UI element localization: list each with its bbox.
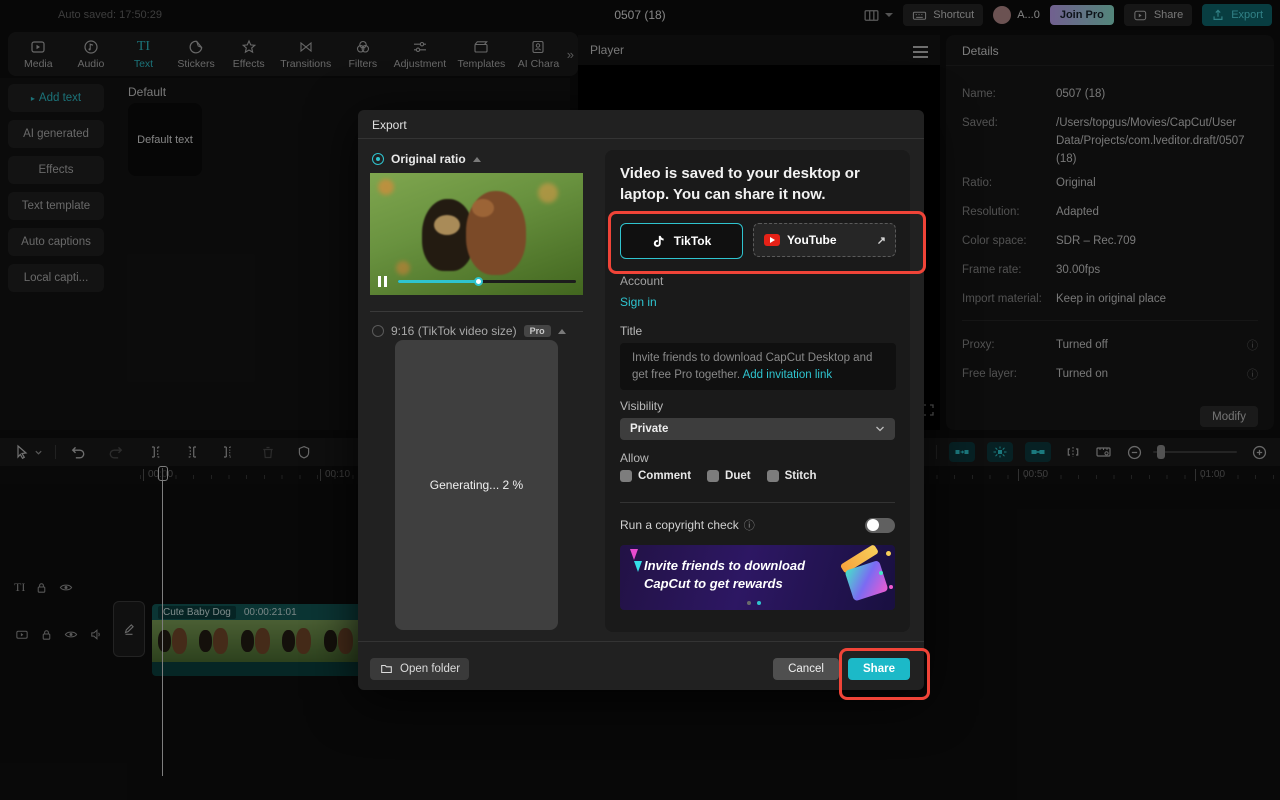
progress-knob[interactable]	[474, 277, 483, 286]
puppy-brown	[466, 191, 526, 275]
visibility-select[interactable]: Private	[620, 418, 895, 440]
dot[interactable]	[747, 601, 751, 605]
checkbox-icon	[620, 470, 632, 482]
title-label: Title	[620, 324, 643, 338]
capcut-app-window: Auto saved: 17:50:29 0507 (18) Shortcut …	[0, 0, 1280, 800]
divider	[358, 641, 924, 642]
title-input[interactable]: Invite friends to download CapCut Deskto…	[620, 343, 896, 390]
progress-fill	[398, 280, 479, 283]
pin-icon	[630, 549, 638, 560]
visibility-label: Visibility	[620, 399, 664, 413]
radio-selected-icon	[372, 153, 384, 165]
generating-status: Generating... 2 %	[429, 478, 524, 492]
divider	[620, 502, 895, 503]
promo-banner[interactable]: Invite friends to download CapCut to get…	[620, 545, 895, 610]
dialog-title: Export	[372, 118, 407, 132]
divider	[370, 311, 583, 312]
pause-icon[interactable]	[378, 276, 387, 287]
divider	[358, 138, 924, 139]
chevron-down-icon	[876, 426, 884, 432]
banner-pagination	[747, 601, 761, 605]
copyright-toggle[interactable]	[865, 517, 895, 533]
collapse-icon[interactable]	[472, 156, 481, 162]
saved-message: Video is saved to your desktop or laptop…	[620, 165, 860, 203]
checkbox-icon	[766, 470, 779, 482]
allow-label: Allow	[620, 451, 649, 465]
info-icon[interactable]: ⓘ	[744, 517, 755, 533]
pro-badge: Pro	[523, 325, 551, 337]
folder-icon	[381, 664, 392, 674]
copyright-check-row: Run a copyright check ⓘ	[620, 517, 895, 533]
account-label: Account	[620, 274, 664, 288]
stitch-checkbox[interactable]: Stitch	[766, 470, 817, 482]
dot-active[interactable]	[757, 601, 761, 605]
add-invitation-link[interactable]: Add invitation link	[743, 369, 833, 381]
annotation-share-destinations	[608, 211, 926, 274]
capcut-clapper-illustration	[837, 545, 893, 604]
duet-checkbox[interactable]: Duet	[707, 470, 751, 482]
checkbox-icon	[707, 470, 720, 482]
open-folder-button[interactable]: Open folder	[370, 658, 470, 680]
collapse-icon[interactable]	[557, 328, 566, 334]
preview-progress-bar[interactable]	[398, 277, 576, 286]
export-dialog: Export Original ratio 9:16 (TikTok video…	[358, 110, 924, 690]
ratio-916-radio[interactable]: 9:16 (TikTok video size) Pro	[372, 324, 566, 338]
export-preview	[370, 173, 583, 295]
original-ratio-radio[interactable]: Original ratio	[372, 152, 481, 166]
generating-preview-box: Generating... 2 %	[395, 340, 558, 630]
comment-checkbox[interactable]: Comment	[620, 470, 691, 482]
cancel-button[interactable]: Cancel	[773, 658, 839, 680]
pin-icon	[634, 561, 642, 572]
banner-text: Invite friends to download CapCut to get…	[644, 558, 806, 591]
sign-in-link[interactable]: Sign in	[620, 295, 657, 309]
allow-options: Comment Duet Stitch	[620, 470, 817, 482]
radio-unselected-icon	[372, 325, 384, 337]
annotation-share-button	[839, 648, 930, 700]
